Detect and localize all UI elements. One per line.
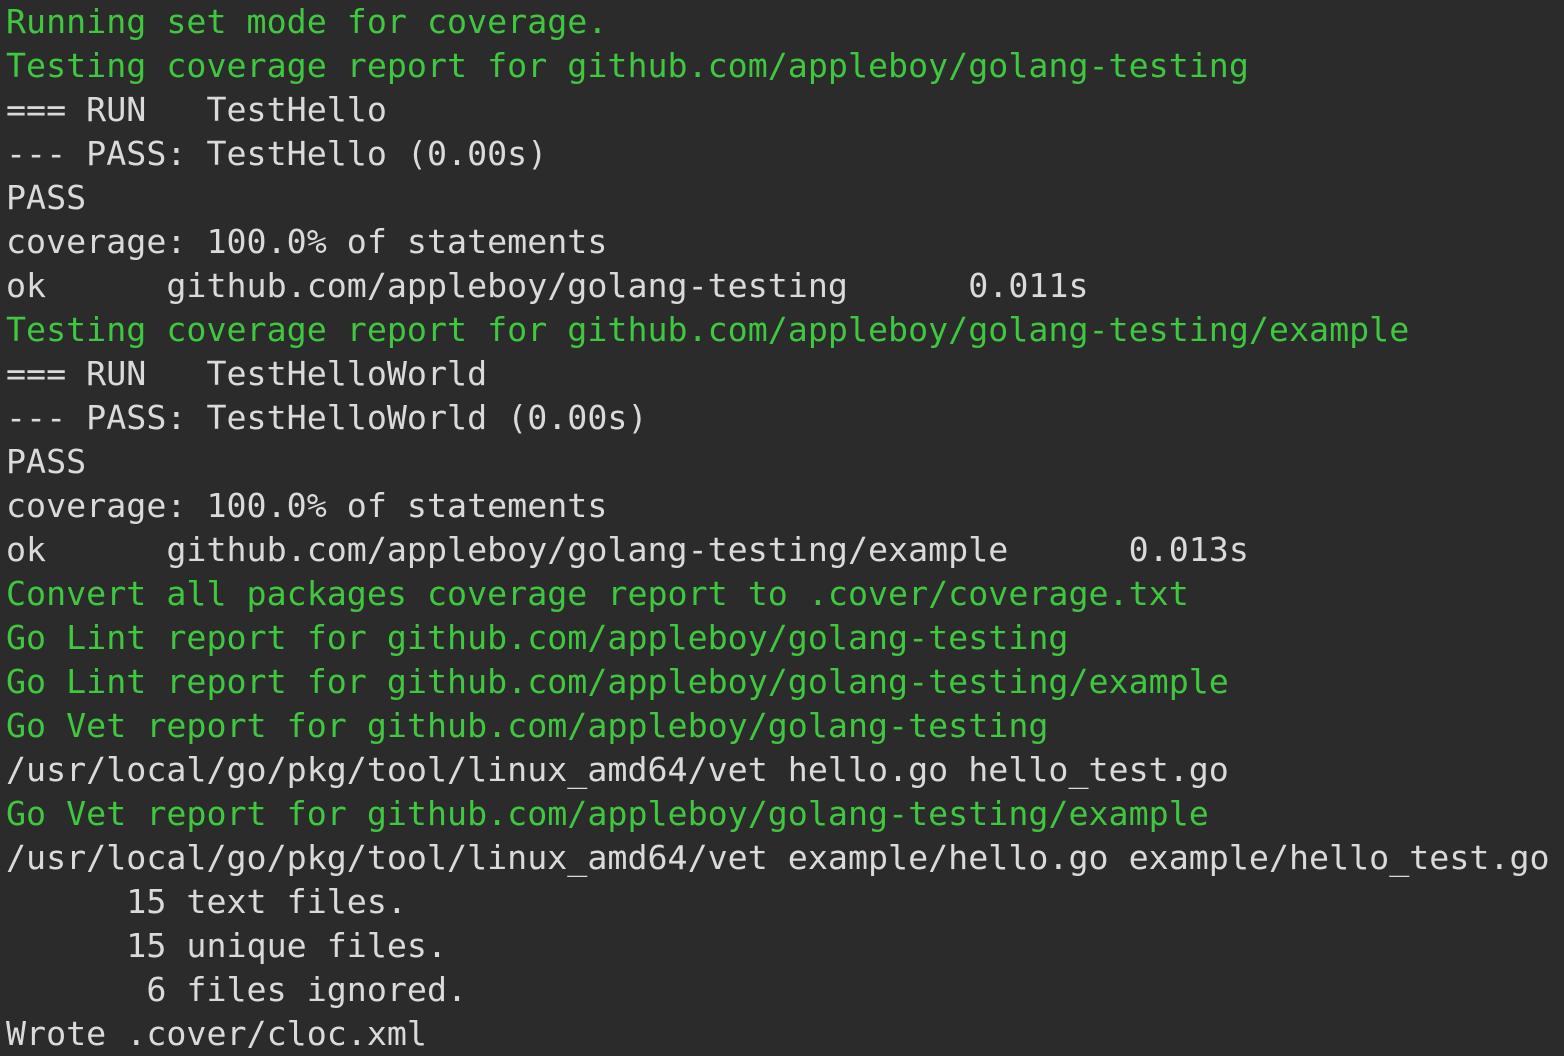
- terminal-line: Testing coverage report for github.com/a…: [6, 46, 1249, 85]
- terminal-line: Go Lint report for github.com/appleboy/g…: [6, 618, 1069, 657]
- terminal-line: 15 text files.: [6, 882, 407, 921]
- terminal-line: coverage: 100.0% of statements: [6, 222, 608, 261]
- terminal-window[interactable]: Running set mode for coverage. Testing c…: [0, 0, 1564, 1056]
- terminal-line: 15 unique files.: [6, 926, 448, 965]
- terminal-line: ok github.com/appleboy/golang-testing 0.…: [6, 266, 1089, 305]
- terminal-line: PASS: [6, 178, 87, 217]
- terminal-line: /usr/local/go/pkg/tool/linux_amd64/vet e…: [6, 838, 1550, 877]
- terminal-line: coverage: 100.0% of statements: [6, 486, 608, 525]
- terminal-line: Go Vet report for github.com/appleboy/go…: [6, 794, 1209, 833]
- terminal-line: Convert all packages coverage report to …: [6, 574, 1189, 613]
- terminal-line: Go Vet report for github.com/appleboy/go…: [6, 706, 1049, 745]
- terminal-line: Running set mode for coverage.: [6, 2, 608, 41]
- terminal-line: === RUN TestHelloWorld: [6, 354, 488, 393]
- terminal-line: Testing coverage report for github.com/a…: [6, 310, 1410, 349]
- terminal-line: --- PASS: TestHelloWorld (0.00s): [6, 398, 648, 437]
- terminal-line: 6 files ignored.: [6, 970, 468, 1009]
- terminal-line: Wrote .cover/cloc.xml: [6, 1014, 427, 1053]
- terminal-line: --- PASS: TestHello (0.00s): [6, 134, 548, 173]
- terminal-line: === RUN TestHello: [6, 90, 387, 129]
- terminal-line: ok github.com/appleboy/golang-testing/ex…: [6, 530, 1249, 569]
- terminal-line: PASS: [6, 442, 87, 481]
- terminal-line: Go Lint report for github.com/appleboy/g…: [6, 662, 1229, 701]
- terminal-line: /usr/local/go/pkg/tool/linux_amd64/vet h…: [6, 750, 1229, 789]
